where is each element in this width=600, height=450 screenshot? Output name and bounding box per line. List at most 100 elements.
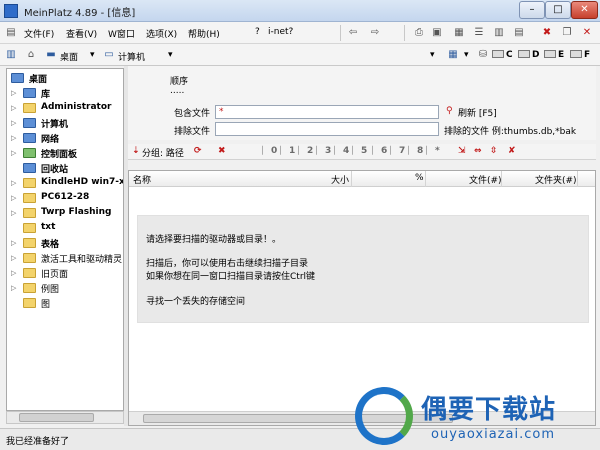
close-tab-icon[interactable]: ✕ [580, 27, 594, 39]
expand-icon[interactable]: ▷ [11, 194, 16, 202]
column-separator[interactable] [351, 171, 352, 187]
clear-icon[interactable]: ✘ [508, 146, 516, 156]
forward-icon[interactable]: ⇨ [368, 27, 382, 39]
minimize-button[interactable]: – [519, 1, 545, 19]
level-all[interactable]: ⎸* [426, 146, 440, 156]
sort-icon[interactable]: ⇲ [458, 146, 466, 156]
column-folders[interactable]: 文件夹(#) [535, 173, 577, 186]
expand-icon[interactable]: ▷ [11, 149, 16, 157]
expand-icon[interactable]: ▷ [11, 89, 16, 97]
expand-icon[interactable]: ▷ [11, 104, 16, 112]
level-8[interactable]: ⎸8 [408, 146, 423, 156]
expand-icon[interactable]: ▷ [11, 239, 16, 247]
column-files[interactable]: 文件(#) [469, 173, 502, 186]
menu-file[interactable]: 文件(F) [24, 27, 54, 40]
inet-link[interactable]: i-net? [268, 27, 293, 37]
collapse-icon[interactable]: ⇳ [490, 146, 498, 156]
include-files-input[interactable]: * [215, 105, 439, 119]
folder-tree[interactable]: 桌面 ▷ 库 ▷ Administrator ▷ 计算机 ▷ 网络 ▷ 控制面板 回收站 … [6, 68, 124, 411]
info-panel: 请选择要扫描的驱动器或目录！。 扫描后，你可以使用右击继续扫描子目录 如果你想在… [137, 215, 589, 323]
tile-view-icon[interactable]: ▥ [492, 27, 506, 39]
list-view-icon[interactable]: ☰ [472, 27, 486, 39]
grid-icon[interactable]: ▦ [452, 27, 466, 39]
drive-f[interactable]: F [570, 50, 590, 60]
computer-icon [23, 118, 36, 128]
expand-icon[interactable]: ▷ [11, 269, 16, 277]
recycle-bin-icon [23, 163, 36, 173]
drives-icon[interactable]: ⛁ [476, 49, 490, 61]
computer-icon: ▭ [104, 49, 114, 60]
drive-c[interactable]: C [492, 50, 513, 60]
desktop-selector[interactable]: 桌面 [60, 50, 78, 63]
print-icon[interactable]: ⎙ [412, 27, 426, 39]
user-icon [23, 103, 36, 113]
menu-view[interactable]: 查看(V) [66, 27, 97, 40]
chevron-down-icon[interactable]: ▾ [464, 50, 469, 60]
menu-help[interactable]: 帮助(H) [188, 27, 220, 40]
chevron-down-icon[interactable]: ▾ [430, 50, 435, 60]
home-icon[interactable]: ⌂ [24, 49, 38, 61]
refresh-button[interactable]: 刷新 [F5] [458, 106, 497, 119]
menu-options[interactable]: 选项(X) [146, 27, 177, 40]
folder-icon [23, 193, 36, 203]
group-by-path[interactable]: 分组: 路径 [142, 146, 184, 159]
expand-icon[interactable]: ▷ [11, 119, 16, 127]
delete-icon[interactable]: ✖ [218, 146, 226, 156]
column-separator[interactable] [425, 171, 426, 187]
level-1[interactable]: ⎸1 [280, 146, 295, 156]
grouping-toolbar: ⇣ 分组: 路径 ⟳ ✖ ⎸0 ⎸1 ⎸2 ⎸3 ⎸4 ⎸5 ⎸6 ⎸7 ⎸8 … [128, 144, 596, 160]
expand-icon[interactable]: ▷ [11, 254, 16, 262]
level-6[interactable]: ⎸6 [372, 146, 387, 156]
tree-horizontal-scrollbar[interactable] [6, 411, 124, 424]
maximize-button[interactable]: □ [545, 1, 571, 19]
refresh-icon[interactable]: ⚲ [446, 106, 453, 116]
info-line: 扫描后，你可以使用右击继续扫描子目录 [146, 259, 309, 269]
expand-horizontal-icon[interactable]: ⇔ [474, 146, 482, 156]
delete-icon[interactable]: ✖ [540, 27, 554, 39]
help-icon[interactable]: ? [255, 27, 260, 37]
restore-icon[interactable]: ❐ [560, 27, 574, 39]
expand-icon[interactable]: ▷ [11, 179, 16, 187]
level-4[interactable]: ⎸4 [334, 146, 349, 156]
level-5[interactable]: ⎸5 [352, 146, 367, 156]
file-icon: ▤ [6, 27, 16, 38]
column-separator[interactable] [577, 171, 578, 187]
window-title: MeinPlatz 4.89 - [信息] [24, 8, 136, 19]
expand-icon[interactable]: ▷ [11, 209, 16, 217]
level-2[interactable]: ⎸2 [298, 146, 313, 156]
menu-bar: ▤ 文件(F) 查看(V) W窗口 选项(X) 帮助(H) ? i-net? ⇦… [0, 22, 600, 44]
level-7[interactable]: ⎸7 [390, 146, 405, 156]
drive-d[interactable]: D [518, 50, 539, 60]
drive-list-icon[interactable]: ▦ [446, 49, 460, 61]
refresh-group-icon[interactable]: ⟳ [194, 146, 202, 156]
folder-icon [23, 283, 36, 293]
computer-selector[interactable]: 计算机 [118, 50, 145, 63]
folder-icon [23, 208, 36, 218]
details-view-icon[interactable]: ▤ [512, 27, 526, 39]
expand-icon[interactable]: ▷ [11, 284, 16, 292]
folder-icon [23, 238, 36, 248]
menu-window[interactable]: W窗口 [108, 27, 135, 40]
drive-e[interactable]: E [544, 50, 564, 60]
level-0[interactable]: ⎸0 [262, 146, 277, 156]
location-toolbar: ▥ ⌂ ▬ 桌面 ▾ ▭ 计算机 ▾ ▾ ▦ ▾ ⛁ C D E F [0, 44, 600, 66]
folder-icon [23, 178, 36, 188]
column-size[interactable]: 大小 [331, 173, 349, 186]
back-icon[interactable]: ⇦ [346, 27, 360, 39]
chevron-down-icon[interactable]: ▾ [168, 50, 173, 60]
save-icon[interactable]: ▣ [430, 27, 444, 39]
desktop-icon [11, 73, 24, 83]
panel-icon[interactable]: ▥ [4, 49, 18, 61]
column-name[interactable]: 名称 [133, 173, 151, 186]
column-percent[interactable]: % [415, 173, 424, 183]
watermark: 偶要下载站 ouyaoxiazai.com [355, 385, 595, 447]
exclude-files-input[interactable] [215, 122, 439, 136]
level-3[interactable]: ⎸3 [316, 146, 331, 156]
folder-icon [23, 268, 36, 278]
close-button[interactable]: ✕ [571, 1, 598, 19]
title-bar: MeinPlatz 4.89 - [信息] – □ ✕ [0, 0, 600, 22]
expand-icon[interactable]: ▷ [11, 134, 16, 142]
exclude-hint: 排除的文件 例:thumbs.db,*bak [444, 127, 577, 137]
scrollbar-thumb[interactable] [19, 413, 94, 422]
chevron-down-icon[interactable]: ▾ [90, 50, 95, 60]
